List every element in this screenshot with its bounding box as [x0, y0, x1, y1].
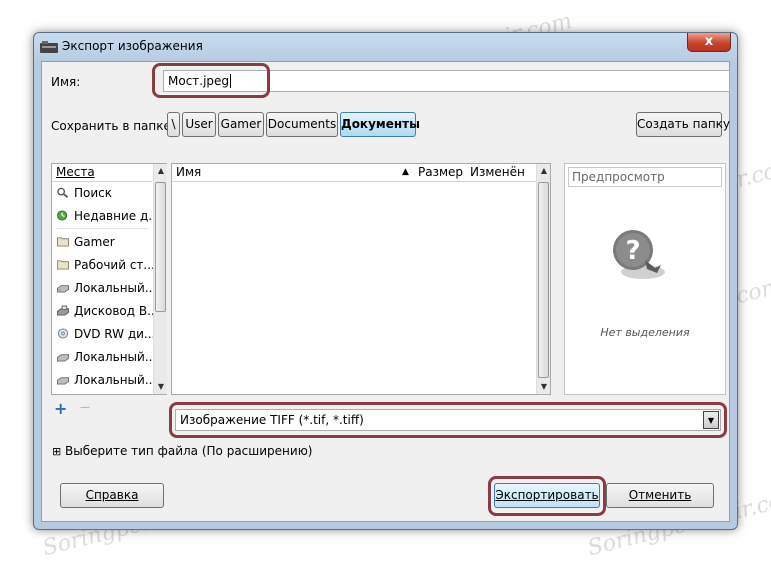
dialog-body: Имя: Мост.jpeg Сохранить в папке \ User … — [41, 61, 730, 522]
place-item-dvd[interactable]: DVD RW ди... — [56, 323, 155, 345]
drive-icon — [57, 377, 69, 385]
place-item-gamer[interactable]: Gamer — [56, 231, 115, 253]
export-highlight — [488, 476, 606, 516]
search-icon — [57, 187, 69, 198]
save-in-label: Сохранить в папке — [51, 119, 171, 133]
svg-text:?: ? — [625, 236, 640, 266]
drive-icon — [57, 354, 69, 362]
select-file-type-label: Выберите тип файла (По расширению) — [65, 444, 313, 458]
scroll-up-icon[interactable]: ▲ — [537, 164, 551, 178]
scroll-down-icon[interactable]: ▼ — [154, 380, 168, 394]
scroll-down-icon[interactable]: ▼ — [537, 380, 551, 394]
place-item-local-disk-2[interactable]: Локальный... — [56, 346, 156, 368]
dvd-icon — [57, 328, 69, 339]
scroll-thumb[interactable] — [538, 182, 549, 378]
places-panel: Места Поиск Недавние д... Gamer Рабочий … — [51, 163, 167, 395]
place-item-local-disk-1[interactable]: Локальный... — [56, 277, 156, 299]
create-folder-button[interactable]: Создать папку — [636, 112, 730, 137]
camera-icon — [40, 41, 58, 53]
file-type-highlight — [169, 402, 727, 438]
close-button[interactable]: x — [687, 33, 731, 52]
sort-up-icon: ▲ — [402, 167, 409, 177]
place-item-search[interactable]: Поиск — [56, 182, 112, 204]
column-modified[interactable]: Изменён — [470, 164, 525, 181]
scroll-thumb[interactable] — [155, 182, 166, 312]
folder-icon — [57, 260, 69, 270]
path-button-user[interactable]: User — [182, 112, 216, 137]
preview-header: Предпросмотр — [568, 167, 722, 187]
export-image-dialog: Экспорт изображения x Имя: Мост.jpeg Сох… — [33, 32, 738, 530]
no-selection-text: Нет выделения — [600, 326, 690, 339]
path-button-gamer[interactable]: Gamer — [218, 112, 264, 137]
add-place-icon[interactable]: + — [54, 401, 74, 417]
place-item-floppy[interactable]: Дисковод В... — [56, 300, 159, 322]
recent-icon — [57, 210, 68, 221]
cancel-button[interactable]: Отменить — [606, 483, 714, 508]
places-header[interactable]: Места — [52, 164, 152, 182]
path-button-root[interactable]: \ — [167, 112, 180, 137]
question-mark-icon: ? — [613, 230, 665, 279]
name-label: Имя: — [51, 75, 81, 89]
files-scrollbar[interactable]: ▲ ▼ — [536, 164, 550, 394]
scroll-up-icon[interactable]: ▲ — [154, 164, 168, 178]
remove-place-icon[interactable]: — — [80, 402, 96, 416]
window-title: Экспорт изображения — [62, 39, 203, 53]
place-item-desktop[interactable]: Рабочий ст... — [56, 254, 155, 276]
preview-panel: Предпросмотр ? Нет выделения — [564, 163, 726, 395]
column-size[interactable]: Размер — [418, 164, 463, 181]
path-button-documents[interactable]: Documents — [266, 112, 338, 137]
files-panel: Имя ▲ Размер Изменён ▲ ▼ — [171, 163, 551, 395]
select-file-type-expander[interactable]: ⊞ Выберите тип файла (По расширению) — [52, 444, 312, 458]
close-icon: x — [704, 34, 714, 49]
place-item-recent[interactable]: Недавние д... — [56, 205, 160, 227]
filename-highlight — [152, 63, 270, 98]
files-header: Имя ▲ Размер Изменён — [172, 164, 536, 182]
place-item-local-disk-3[interactable]: Локальный... — [56, 369, 156, 391]
drive-icon — [57, 285, 69, 293]
floppy-icon — [57, 305, 69, 316]
expander-icon: ⊞ — [52, 445, 62, 458]
places-separator — [56, 228, 148, 229]
path-button-dokumenty[interactable]: Документы — [340, 112, 420, 137]
title-bar[interactable]: Экспорт изображения x — [34, 33, 737, 61]
help-button[interactable]: Справка — [60, 483, 164, 508]
places-scrollbar[interactable]: ▲ ▼ — [153, 164, 167, 394]
folder-icon — [57, 237, 69, 247]
column-name[interactable]: Имя — [176, 164, 201, 181]
